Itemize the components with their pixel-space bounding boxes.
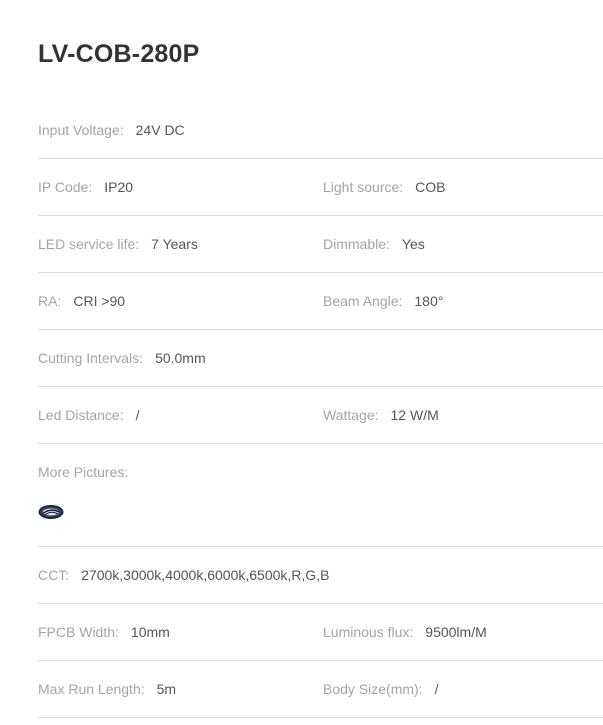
spec-label: Max Run Length: bbox=[38, 681, 145, 697]
spec-label: FPCB Width: bbox=[38, 624, 119, 640]
spec-label: Led Distance: bbox=[38, 407, 124, 423]
spec-row-cutting-intervals: Cutting Intervals: 50.0mm bbox=[38, 350, 603, 387]
spec-label: RA: bbox=[38, 293, 62, 309]
spec-more-pictures: More Pictures: bbox=[38, 464, 128, 480]
spec-row-fpcb-width: FPCB Width: 10mm Luminous flux: 9500lm/M bbox=[38, 624, 603, 661]
cob-strip-thumbnail-icon bbox=[38, 505, 64, 519]
spec-value: 50.0mm bbox=[155, 350, 206, 366]
spec-row-max-run-length: Max Run Length: 5m Body Size(mm): / bbox=[38, 681, 603, 718]
spec-row-led-distance: Led Distance: / Wattage: 12 W/M bbox=[38, 407, 603, 444]
spec-label: Cutting Intervals: bbox=[38, 350, 144, 366]
spec-value: COB bbox=[415, 179, 446, 195]
spec-dimmable: Dimmable: Yes bbox=[323, 236, 425, 252]
spec-label: LED service life: bbox=[38, 236, 140, 252]
spec-row-input-voltage: Input Voltage: 24V DC bbox=[38, 122, 603, 159]
spec-value: 12 W/M bbox=[390, 407, 439, 423]
spec-input-voltage: Input Voltage: 24V DC bbox=[38, 122, 185, 138]
spec-label: Body Size(mm): bbox=[323, 681, 423, 697]
spec-beam-angle: Beam Angle: 180° bbox=[323, 293, 443, 309]
spec-cct: CCT: 2700k,3000k,4000k,6000k,6500k,R,G,B bbox=[38, 567, 329, 583]
spec-row-cct: CCT: 2700k,3000k,4000k,6000k,6500k,R,G,B bbox=[38, 567, 603, 604]
spec-value: 7 Years bbox=[151, 236, 198, 252]
spec-row-ra: RA: CRI >90 Beam Angle: 180° bbox=[38, 293, 603, 330]
spec-value: 5m bbox=[156, 681, 177, 697]
page-title: LV-COB-280P bbox=[38, 40, 200, 68]
spec-value: 24V DC bbox=[135, 122, 185, 138]
spec-value: 2700k,3000k,4000k,6000k,6500k,R,G,B bbox=[81, 567, 330, 583]
spec-value: / bbox=[135, 407, 140, 423]
spec-ra: RA: CRI >90 bbox=[38, 293, 125, 309]
spec-value: 10mm bbox=[130, 624, 170, 640]
spec-ip-code: IP Code: IP20 bbox=[38, 179, 133, 195]
spec-value: / bbox=[434, 681, 439, 697]
spec-led-service-life: LED service life: 7 Years bbox=[38, 236, 198, 252]
spec-label: IP Code: bbox=[38, 179, 93, 195]
spec-value: IP20 bbox=[104, 179, 134, 195]
spec-label: Dimmable: bbox=[323, 236, 390, 252]
spec-wattage: Wattage: 12 W/M bbox=[323, 407, 439, 423]
cob-strip-thumbnail-icon[interactable] bbox=[38, 504, 64, 520]
spec-label: More Pictures: bbox=[38, 464, 129, 480]
spec-label: Beam Angle: bbox=[323, 293, 403, 309]
spec-value: Yes bbox=[401, 236, 425, 252]
spec-fpcb-width: FPCB Width: 10mm bbox=[38, 624, 170, 640]
spec-body-size: Body Size(mm): / bbox=[323, 681, 438, 697]
spec-value: 180° bbox=[414, 293, 444, 309]
spec-light-source: Light source: COB bbox=[323, 179, 446, 195]
spec-max-run-length: Max Run Length: 5m bbox=[38, 681, 176, 697]
spec-row-more-pictures: More Pictures: bbox=[38, 464, 603, 547]
spec-label: Wattage: bbox=[323, 407, 379, 423]
spec-luminous-flux: Luminous flux: 9500lm/M bbox=[323, 624, 487, 640]
spec-label: Light source: bbox=[323, 179, 404, 195]
spec-row-service-life: LED service life: 7 Years Dimmable: Yes bbox=[38, 236, 603, 273]
spec-cutting-intervals: Cutting Intervals: 50.0mm bbox=[38, 350, 206, 366]
spec-label: Luminous flux: bbox=[323, 624, 414, 640]
spec-led-distance: Led Distance: / bbox=[38, 407, 140, 423]
spec-row-ip-code: IP Code: IP20 Light source: COB bbox=[38, 179, 603, 216]
spec-value: CRI >90 bbox=[73, 293, 126, 309]
spec-label: CCT: bbox=[38, 567, 70, 583]
spec-label: Input Voltage: bbox=[38, 122, 124, 138]
spec-value: 9500lm/M bbox=[425, 624, 487, 640]
